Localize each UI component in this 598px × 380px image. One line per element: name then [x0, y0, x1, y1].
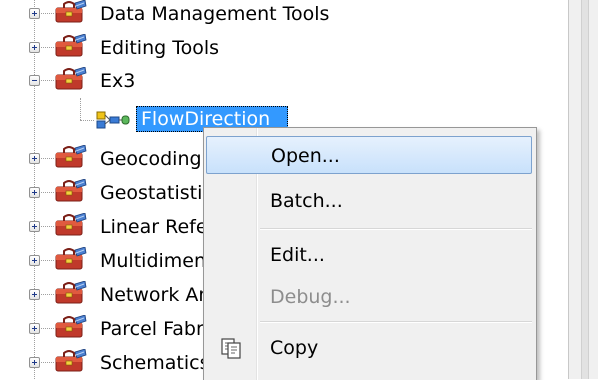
tree-item-label: Editing Tools [100, 37, 220, 59]
toolbox-icon [55, 179, 87, 203]
expand-icon[interactable] [29, 255, 40, 266]
menu-item-label: Open... [271, 145, 340, 167]
menu-item-copy[interactable]: Copy [206, 329, 532, 367]
toolbox-icon [55, 0, 87, 24]
toolbox-icon [55, 247, 87, 271]
toolbox-icon [55, 349, 87, 373]
toolbox-icon [55, 145, 87, 169]
menu-item-edit[interactable]: Edit... [206, 236, 532, 274]
menu-item-debug[interactable]: Debug... [206, 278, 532, 316]
menu-item-label: Debug... [270, 286, 351, 308]
collapse-icon[interactable] [29, 75, 40, 86]
menu-item-label: Edit... [270, 244, 325, 266]
tree-item-label: Ex3 [100, 70, 136, 92]
context-menu: Open... Batch... Edit... Debug... Copy [203, 127, 537, 380]
expand-icon[interactable] [29, 187, 40, 198]
toolbox-icon [55, 315, 87, 339]
tree-connector-line [80, 120, 94, 121]
toolbox-icon [55, 213, 87, 237]
expand-icon[interactable] [29, 42, 40, 53]
toolbox-icon [55, 281, 87, 305]
expand-icon[interactable] [29, 8, 40, 19]
expand-icon[interactable] [29, 153, 40, 164]
expand-icon[interactable] [29, 289, 40, 300]
menu-item-batch[interactable]: Batch... [206, 182, 532, 220]
menu-item-label: Batch... [270, 190, 343, 212]
tree-connector-line [80, 98, 81, 120]
toolbox-icon [55, 67, 87, 91]
menu-item-open[interactable]: Open... [206, 136, 532, 174]
menu-item-label: Copy [270, 337, 319, 359]
menu-separator [260, 228, 532, 230]
copy-icon [221, 338, 241, 359]
expand-icon[interactable] [29, 323, 40, 334]
tree-item-label: Data Management Tools [100, 3, 330, 25]
expand-icon[interactable] [29, 357, 40, 368]
expand-icon[interactable] [29, 221, 40, 232]
toolbox-icon [55, 34, 87, 58]
menu-separator [260, 321, 532, 323]
panel-splitter[interactable] [568, 0, 598, 379]
model-tool-icon [96, 111, 130, 129]
